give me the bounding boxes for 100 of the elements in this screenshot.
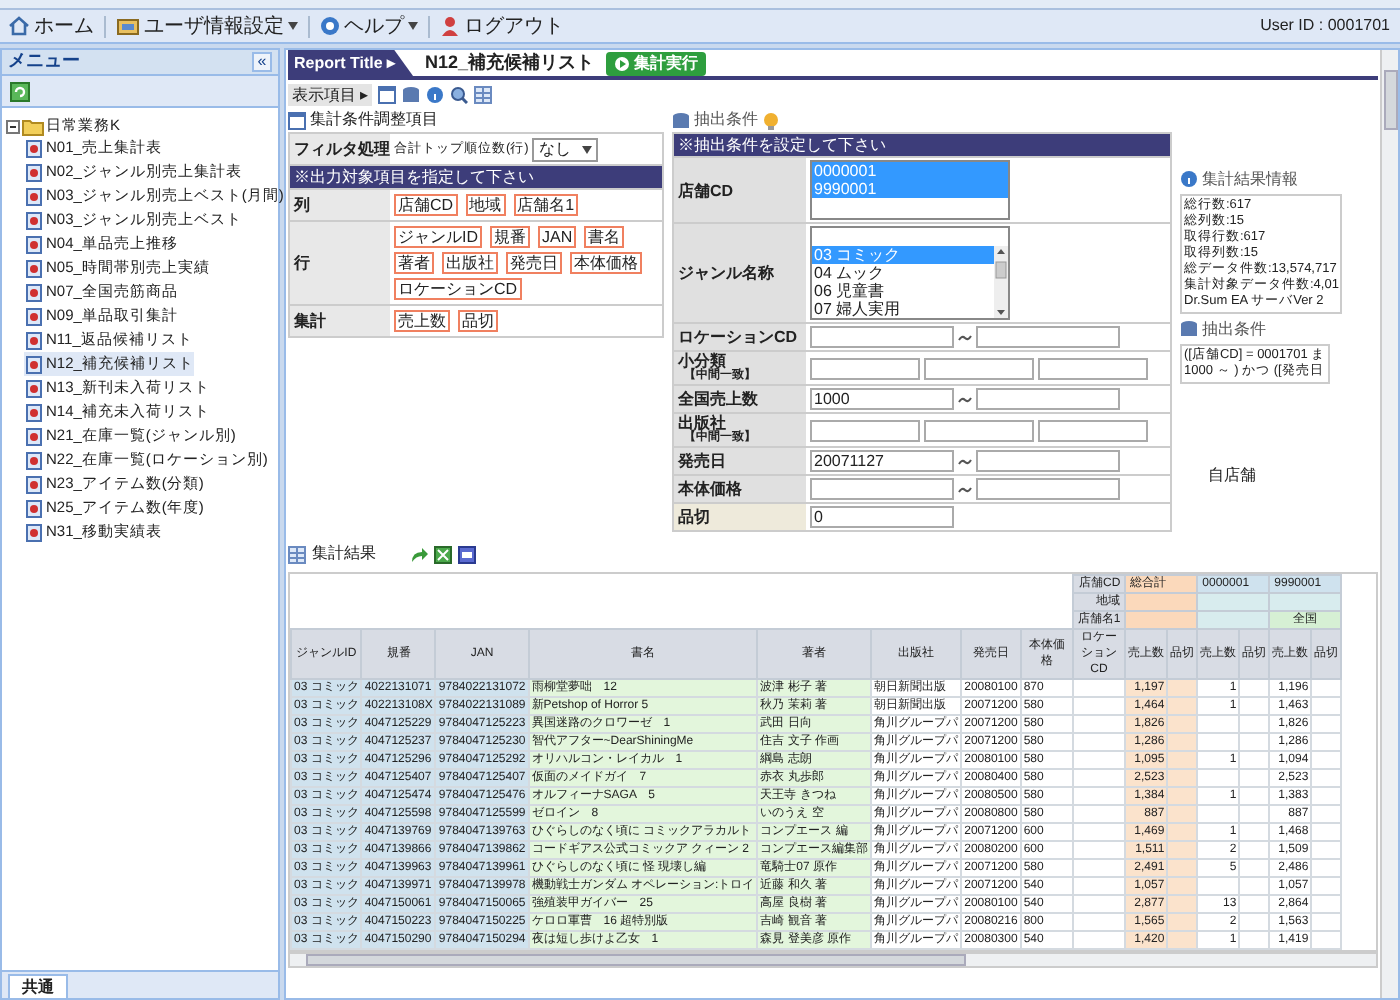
field-tag[interactable]: 店舗名1	[513, 194, 579, 216]
tilde-icon	[958, 457, 972, 465]
input-field[interactable]	[810, 326, 954, 348]
user-id: User ID : 0001701	[1260, 14, 1392, 38]
field-label: 店舗CD	[678, 181, 736, 199]
field-label: 出版社	[678, 414, 728, 432]
list-option[interactable]: 07 婦人実用	[812, 300, 994, 318]
select-field[interactable]: なし	[532, 137, 599, 161]
field-tag[interactable]: ジャンルID	[394, 226, 482, 248]
scrollbar[interactable]	[994, 246, 1008, 318]
grid-icon	[288, 545, 306, 563]
menu-item[interactable]: ユーザ情報設定	[114, 11, 300, 41]
field-tag[interactable]: 地域	[465, 194, 506, 216]
field-label: 小分類	[678, 352, 728, 370]
panel-title: 集計結果情報	[1202, 171, 1298, 187]
caret-icon	[582, 145, 593, 153]
row-label: 列	[290, 190, 390, 220]
input-field[interactable]	[976, 450, 1120, 472]
report-icon	[26, 307, 42, 325]
input-field[interactable]: 0	[810, 506, 954, 528]
report-icon	[26, 283, 42, 301]
field-tag[interactable]: 発売日	[506, 252, 562, 274]
row-label: フィルタ処理	[290, 134, 390, 164]
report-icon	[26, 163, 42, 181]
folder-icon	[22, 117, 44, 135]
report-title: N12_補充候補リスト	[425, 49, 595, 76]
report-icon	[26, 187, 42, 205]
input-field[interactable]	[924, 357, 1034, 379]
notice-banner: ※抽出条件を設定して下さい	[674, 134, 1170, 156]
report-title-label: Report Title ▸	[288, 50, 414, 76]
info-icon[interactable]	[426, 86, 445, 104]
list-option[interactable]: 06 児童書	[812, 282, 994, 300]
input-field[interactable]	[810, 357, 920, 379]
database-icon[interactable]	[402, 86, 421, 104]
note-text: 自店舗	[1206, 468, 1256, 484]
tilde-icon	[958, 485, 972, 493]
field-tag[interactable]: 出版社	[442, 252, 498, 274]
input-field[interactable]	[976, 478, 1120, 500]
database-icon	[1180, 320, 1198, 338]
menu-item[interactable]: ヘルプ	[318, 11, 420, 41]
info-icon	[1180, 170, 1198, 188]
field-label: ジャンル名称	[678, 264, 776, 282]
listbox[interactable]: 03 コミック 04 ムック 06 児童書 07 婦人実用	[810, 226, 1010, 320]
field-label: ロケーションCD	[678, 328, 800, 346]
bulb-icon[interactable]	[762, 111, 780, 129]
report-icon	[26, 259, 42, 277]
field-tag[interactable]: 規番	[490, 226, 530, 248]
report-icon	[26, 355, 42, 373]
refresh-icon[interactable]	[10, 81, 30, 101]
field-tag[interactable]: 著者	[394, 252, 434, 274]
bottom-tab[interactable]: 共通	[8, 974, 68, 998]
report-icon	[26, 235, 42, 253]
report-icon	[26, 523, 42, 541]
field-tag[interactable]: 売上数	[394, 310, 450, 332]
list-option[interactable]: 04 ムック	[812, 264, 994, 282]
menu-item[interactable]: ログアウト	[438, 11, 566, 41]
input-field[interactable]	[976, 388, 1120, 410]
panel-title: 集計条件調整項目	[310, 108, 438, 132]
help-icon	[320, 16, 340, 36]
field-tag[interactable]: 店舗CD	[394, 194, 458, 216]
display-items-button[interactable]: 表示項目 ▸	[288, 84, 373, 106]
scrollbar[interactable]	[1380, 50, 1398, 998]
arrow-icon[interactable]	[410, 545, 428, 563]
field-tag[interactable]: 品切	[458, 310, 498, 332]
report-icon	[26, 379, 42, 397]
input-field[interactable]	[810, 419, 920, 441]
tilde-icon	[958, 395, 972, 403]
input-field[interactable]	[1038, 357, 1148, 379]
collapse-button[interactable]: «	[252, 52, 272, 72]
field-tag[interactable]: JAN	[538, 226, 577, 248]
database-icon	[672, 111, 690, 129]
field-tag[interactable]: 書名	[584, 226, 625, 248]
row-label: 集計	[290, 306, 390, 336]
report-icon	[26, 139, 42, 157]
panel-title: 抽出条件	[694, 108, 758, 132]
field-label: 本体価格	[678, 480, 744, 498]
grid-icon[interactable]	[474, 86, 493, 104]
report-icon	[26, 475, 42, 493]
input-field[interactable]: 1000	[810, 388, 954, 410]
field-label: 品切	[678, 508, 712, 526]
window-icon[interactable]	[378, 86, 397, 104]
search-icon[interactable]	[450, 86, 469, 104]
field-label: 発売日	[678, 452, 728, 470]
tilde-icon	[958, 333, 972, 341]
report-icon	[26, 403, 42, 421]
field-tag[interactable]: ロケーションCD	[394, 278, 522, 300]
spreadsheet-icon[interactable]	[434, 545, 452, 563]
play-icon	[614, 55, 631, 71]
menu-item[interactable]: ホーム	[6, 11, 96, 41]
input-field[interactable]	[810, 478, 954, 500]
field-tag[interactable]: 本体価格	[570, 252, 642, 274]
report-icon	[26, 499, 42, 517]
input-field[interactable]: 20071127	[810, 450, 954, 472]
notice-banner: ※出力対象項目を指定して下さい	[290, 166, 662, 188]
report-icon	[26, 211, 42, 229]
input-field[interactable]	[976, 326, 1120, 348]
row-label: 行	[290, 222, 390, 304]
input-field[interactable]	[924, 419, 1034, 441]
input-field[interactable]	[1038, 419, 1148, 441]
scrollbar[interactable]	[288, 952, 1378, 968]
